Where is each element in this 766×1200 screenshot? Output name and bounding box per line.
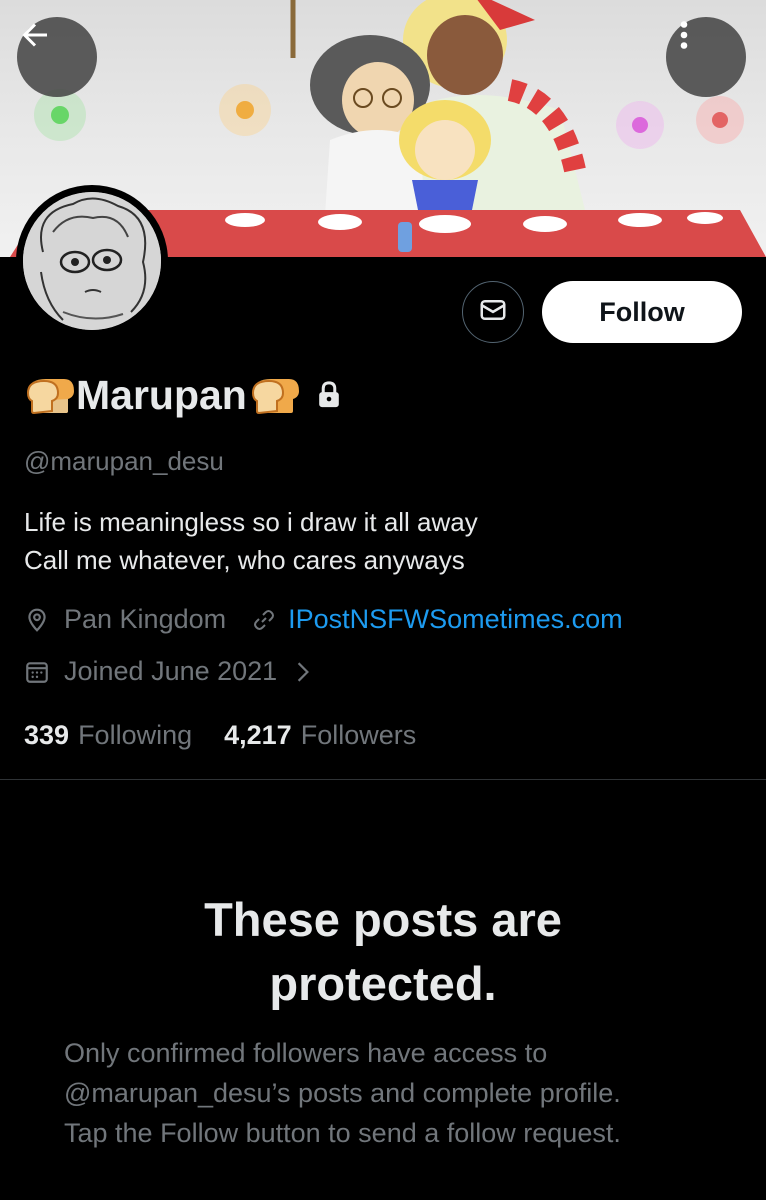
display-name: Marupan — [76, 371, 247, 418]
protected-desc-line: Tap the Follow button to send a follow r… — [64, 1118, 621, 1148]
follow-button[interactable]: Follow — [542, 281, 742, 343]
followers-label: Followers — [300, 720, 417, 750]
follow-counts: 339 Following 4,217 Followers — [24, 720, 448, 751]
bread-icon — [24, 375, 74, 415]
following-label: Following — [78, 720, 193, 750]
protected-desc-line: @marupan_desu’s posts and complete profi… — [64, 1078, 621, 1108]
more-options-button[interactable] — [666, 17, 746, 97]
envelope-icon — [478, 295, 508, 330]
chevron-right-icon — [295, 661, 311, 683]
divider — [0, 779, 766, 780]
protected-desc-line: Only confirmed followers have access to — [64, 1038, 548, 1068]
back-button[interactable] — [17, 17, 97, 97]
avatar[interactable] — [16, 185, 168, 337]
profile-page: Follow Marupan @marupan_desu Life is mea… — [0, 0, 766, 1200]
bio-line: Call me whatever, who cares anyways — [24, 545, 465, 575]
location: Pan Kingdom — [24, 604, 226, 635]
avatar-image — [23, 192, 161, 330]
joined-row[interactable]: Joined June 2021 — [24, 656, 311, 687]
protected-title-line: These posts are — [204, 893, 562, 946]
protected-title-line: protected. — [269, 957, 497, 1010]
location-text: Pan Kingdom — [64, 604, 227, 634]
following-count: 339 — [24, 720, 70, 750]
message-button[interactable] — [462, 281, 524, 343]
profile-meta-row: Pan Kingdom IPostNSFWSometimes.com — [24, 604, 623, 635]
website[interactable]: IPostNSFWSometimes.com — [252, 604, 623, 635]
location-pin-icon — [24, 607, 50, 633]
bio: Life is meaningless so i draw it all awa… — [24, 503, 478, 579]
display-name-row: Marupan — [24, 370, 343, 420]
lock-icon — [315, 380, 343, 410]
followers-count: 4,217 — [224, 720, 292, 750]
link-icon — [252, 608, 276, 632]
bread-icon — [249, 375, 299, 415]
followers-link[interactable]: 4,217 Followers — [224, 720, 416, 751]
protected-posts-title: These posts are protected. — [0, 888, 766, 1016]
following-link[interactable]: 339 Following — [24, 720, 192, 751]
calendar-icon — [24, 659, 50, 685]
website-link[interactable]: IPostNSFWSometimes.com — [288, 604, 623, 635]
joined-date: Joined June 2021 — [64, 656, 278, 686]
bio-line: Life is meaningless so i draw it all awa… — [24, 507, 478, 537]
username-handle: @marupan_desu — [24, 446, 224, 476]
protected-posts-description: Only confirmed followers have access to … — [64, 1033, 724, 1153]
